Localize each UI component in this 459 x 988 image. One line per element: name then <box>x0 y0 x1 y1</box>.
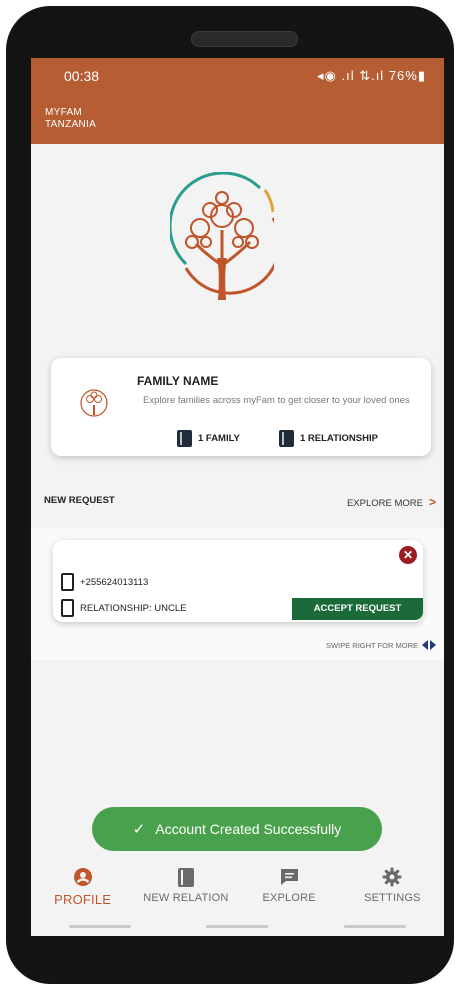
home-bar[interactable] <box>206 925 269 928</box>
swipe-arrows-icon <box>422 640 436 650</box>
bottom-nav: PROFILE NEW RELATION EXPLORE SETTINGS <box>31 858 444 918</box>
families-count-label: 1 FAMILY <box>198 433 240 444</box>
explore-more-link[interactable]: EXPLORE MORE > <box>347 495 436 509</box>
request-relationship-label: RELATIONSHIP: UNCLE <box>80 602 187 614</box>
system-nav-bar <box>31 925 444 928</box>
swipe-hint-label: SWIPE RIGHT FOR MORE <box>326 640 418 650</box>
request-card: ✕ +255624013113 RELATIONSHIP: UNCLE ACCE… <box>53 540 423 622</box>
new-request-header: NEW REQUEST EXPLORE MORE > <box>44 495 436 509</box>
app-name-line2: TANZANIA <box>45 119 97 130</box>
nav-new-relation[interactable]: NEW RELATION <box>134 858 237 918</box>
app-screen: 00:38 ◂◉ .ıl ⇅.ıl 76%▮ MYFAM TANZANIA FA… <box>31 58 444 936</box>
nav-profile[interactable]: PROFILE <box>31 858 134 918</box>
status-time: 00:38 <box>64 68 100 84</box>
nav-new-relation-label: NEW RELATION <box>143 892 229 904</box>
nav-settings-label: SETTINGS <box>364 892 421 904</box>
family-name-title: FAMILY NAME <box>137 374 219 388</box>
app-header: 00:38 ◂◉ .ıl ⇅.ıl 76%▮ MYFAM TANZANIA <box>31 58 444 144</box>
close-icon[interactable]: ✕ <box>399 546 417 564</box>
swipe-hint: SWIPE RIGHT FOR MORE <box>326 640 436 650</box>
tree-logo <box>168 171 282 310</box>
explore-more-label: EXPLORE MORE <box>346 498 423 509</box>
chat-icon <box>280 866 299 888</box>
nav-explore-label: EXPLORE <box>262 892 316 904</box>
relationships-count-label: 1 RELATIONSHIP <box>300 433 378 444</box>
book-icon <box>279 430 294 447</box>
tree-thumbnail-icon <box>79 383 109 423</box>
profile-icon <box>73 866 93 888</box>
accept-request-button[interactable]: ACCEPT REQUEST <box>292 598 423 620</box>
book-icon <box>177 866 194 888</box>
nav-explore[interactable]: EXPLORE <box>238 858 341 918</box>
success-toast: ✓ Account Created Successfully <box>92 807 382 851</box>
back-bar[interactable] <box>344 925 407 928</box>
toast-message: Account Created Successfully <box>155 821 342 837</box>
family-description: Explore families across myFam to get clo… <box>143 395 410 406</box>
families-count: 1 FAMILY <box>177 430 240 447</box>
phone-speaker <box>191 31 298 47</box>
phone-icon <box>61 599 74 617</box>
recents-bar[interactable] <box>68 925 131 928</box>
check-icon: ✓ <box>132 821 146 838</box>
nav-profile-label: PROFILE <box>54 892 112 907</box>
gear-icon <box>382 866 402 888</box>
relationships-count: 1 RELATIONSHIP <box>279 430 378 447</box>
family-card[interactable]: FAMILY NAME Explore families across myFa… <box>51 358 431 456</box>
phone-icon <box>61 573 74 591</box>
chevron-right-icon: > <box>428 495 436 509</box>
signal-icons: ◂◉ .ıl ⇅.ıl <box>316 68 389 83</box>
app-name-line1: MYFAM <box>45 107 83 118</box>
request-phone: +255624013113 <box>61 573 148 591</box>
battery-icon: ▮ <box>417 68 426 83</box>
battery-level: 76% <box>388 68 418 83</box>
nav-settings[interactable]: SETTINGS <box>341 858 444 918</box>
new-request-title: NEW REQUEST <box>44 495 115 506</box>
request-phone-number: +255624013113 <box>80 576 149 588</box>
book-icon <box>177 430 192 447</box>
status-icons: ◂◉ .ıl ⇅.ıl 76%▮ <box>317 68 426 84</box>
request-relationship: RELATIONSHIP: UNCLE <box>61 599 186 617</box>
